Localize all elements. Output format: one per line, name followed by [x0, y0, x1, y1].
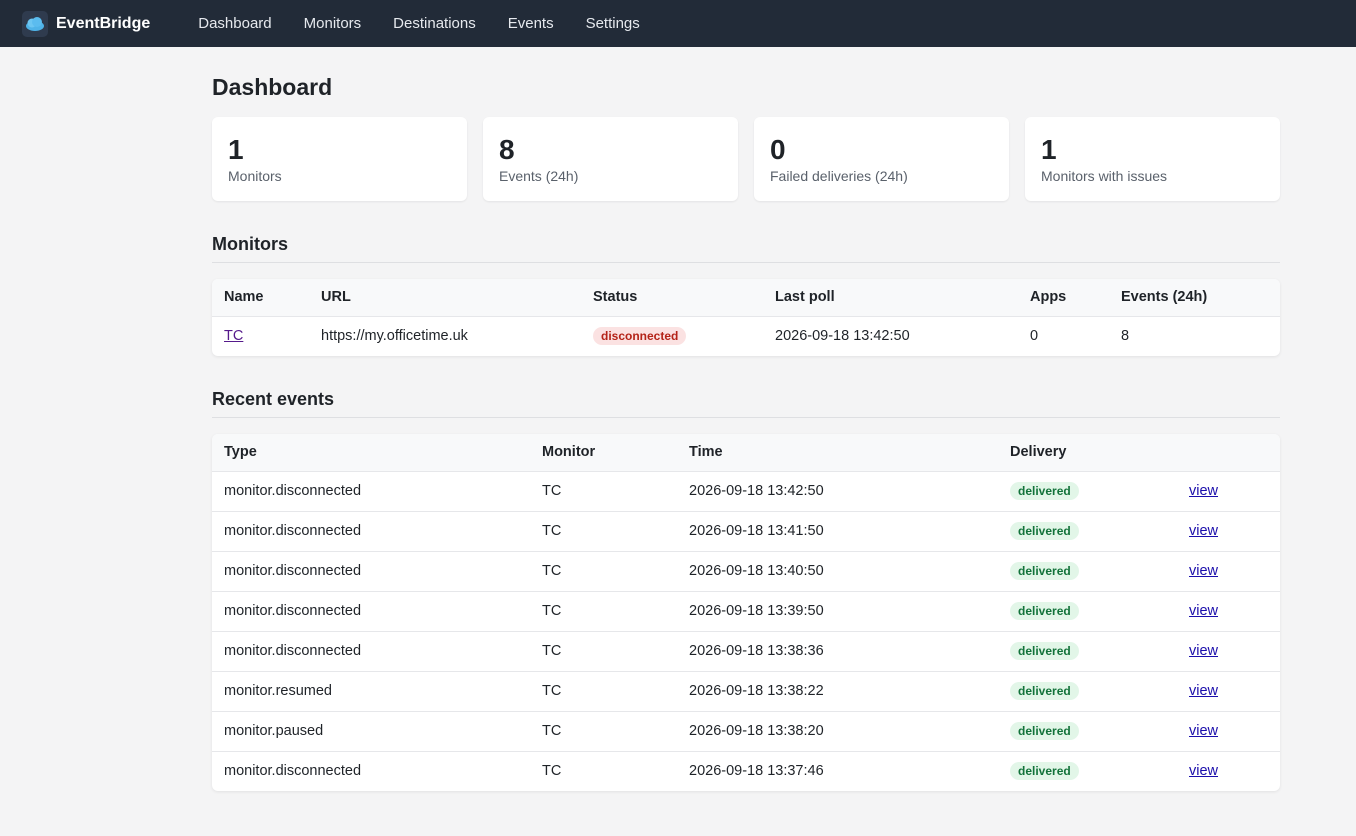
event-time: 2026-09-18 13:38:22	[677, 670, 998, 711]
stat-card-monitors-with-issues: 1 Monitors with issues	[1025, 117, 1280, 201]
event-time: 2026-09-18 13:39:50	[677, 590, 998, 631]
column-header-name: Name	[224, 289, 264, 306]
table-header-row: Type Monitor Time Delivery	[212, 434, 1280, 471]
main-content: Dashboard 1 Monitors 8 Events (24h) 0 Fa…	[212, 47, 1280, 791]
view-link[interactable]: view	[1189, 563, 1218, 579]
stat-label: Monitors	[228, 168, 282, 184]
top-navbar: EventBridge Dashboard Monitors Destinati…	[0, 0, 1356, 47]
event-time: 2026-09-18 13:41:50	[677, 510, 998, 551]
main-nav: Dashboard Monitors Destinations Events S…	[198, 15, 672, 32]
view-link[interactable]: view	[1189, 723, 1218, 739]
stat-value: 1	[228, 134, 244, 165]
delivery-badge: delivered	[1010, 762, 1079, 781]
stat-value: 1	[1041, 134, 1057, 165]
column-header-type: Type	[224, 444, 257, 461]
stat-card-monitors: 1 Monitors	[212, 117, 467, 201]
table-row: monitor.disconnected TC 2026-09-18 13:40…	[212, 550, 1280, 591]
event-monitor: TC	[530, 630, 677, 671]
table-row: monitor.disconnected TC 2026-09-18 13:42…	[212, 470, 1280, 511]
brand-name: EventBridge	[56, 14, 151, 32]
monitors-table: Name URL Status Last poll Apps Events (2…	[212, 279, 1280, 356]
column-header-events: Events (24h)	[1121, 289, 1208, 306]
column-header-last-poll: Last poll	[775, 289, 835, 306]
event-time: 2026-09-18 13:40:50	[677, 550, 998, 591]
event-monitor: TC	[530, 670, 677, 711]
delivery-badge: delivered	[1010, 722, 1079, 740]
page-title: Dashboard	[212, 74, 333, 100]
table-row: monitor.disconnected TC 2026-09-18 13:38…	[212, 630, 1280, 671]
monitors-section-title: Monitors	[212, 234, 1280, 263]
table-row: monitor.disconnected TC 2026-09-18 13:39…	[212, 590, 1280, 631]
recent-events-table: Type Monitor Time Delivery monitor.disco…	[212, 434, 1280, 791]
monitor-last-poll: 2026-09-18 13:42:50	[763, 315, 1018, 356]
event-type: monitor.disconnected	[212, 750, 530, 791]
event-type: monitor.resumed	[212, 670, 530, 711]
stat-value: 0	[770, 134, 786, 165]
view-link[interactable]: view	[1189, 603, 1218, 619]
delivery-badge: delivered	[1010, 682, 1079, 700]
stat-label: Monitors with issues	[1041, 168, 1168, 184]
table-row: monitor.paused TC 2026-09-18 13:38:20 de…	[212, 710, 1280, 751]
event-time: 2026-09-18 13:38:36	[677, 630, 998, 671]
event-time: 2026-09-18 13:37:46	[677, 750, 998, 791]
event-monitor: TC	[530, 550, 677, 591]
column-header-apps: Apps	[1030, 289, 1067, 306]
event-monitor: TC	[530, 750, 677, 791]
table-row: monitor.disconnected TC 2026-09-18 13:41…	[212, 510, 1280, 551]
event-type: monitor.disconnected	[212, 550, 530, 591]
view-link[interactable]: view	[1189, 643, 1218, 659]
stat-card-events: 8 Events (24h)	[483, 117, 738, 201]
column-header-time: Time	[689, 444, 723, 461]
stats-row: 1 Monitors 8 Events (24h) 0 Failed deliv…	[212, 117, 1280, 201]
nav-dashboard[interactable]: Dashboard	[198, 15, 271, 32]
stat-card-failed-deliveries: 0 Failed deliveries (24h)	[754, 117, 1009, 201]
event-type: monitor.disconnected	[212, 630, 530, 671]
nav-settings[interactable]: Settings	[586, 15, 640, 32]
event-monitor: TC	[530, 510, 677, 551]
view-link[interactable]: view	[1189, 683, 1218, 699]
cloud-logo-icon	[22, 10, 48, 37]
event-type: monitor.disconnected	[212, 470, 530, 511]
event-type: monitor.disconnected	[212, 590, 530, 631]
nav-destinations[interactable]: Destinations	[393, 15, 476, 32]
column-header-monitor: Monitor	[542, 444, 596, 461]
stat-label: Failed deliveries (24h)	[770, 168, 908, 184]
table-row: TC https://my.officetime.uk disconnected…	[212, 315, 1280, 356]
table-row: monitor.disconnected TC 2026-09-18 13:37…	[212, 750, 1280, 791]
event-monitor: TC	[530, 470, 677, 511]
column-header-delivery: Delivery	[1010, 444, 1067, 461]
delivery-badge: delivered	[1010, 482, 1079, 500]
nav-events[interactable]: Events	[508, 15, 554, 32]
event-monitor: TC	[530, 710, 677, 751]
brand[interactable]: EventBridge	[22, 10, 151, 37]
event-monitor: TC	[530, 590, 677, 631]
view-link[interactable]: view	[1189, 483, 1218, 499]
delivery-badge: delivered	[1010, 602, 1079, 620]
column-header-url: URL	[321, 289, 351, 306]
event-type: monitor.disconnected	[212, 510, 530, 551]
event-type: monitor.paused	[212, 710, 530, 751]
column-header-actions	[1177, 434, 1280, 471]
delivery-badge: delivered	[1010, 562, 1079, 580]
monitor-url: https://my.officetime.uk	[309, 315, 581, 356]
event-time: 2026-09-18 13:38:20	[677, 710, 998, 751]
delivery-badge: delivered	[1010, 522, 1079, 540]
monitor-events: 8	[1109, 315, 1280, 356]
view-link[interactable]: view	[1189, 523, 1218, 539]
status-badge: disconnected	[593, 327, 687, 346]
delivery-badge: delivered	[1010, 642, 1079, 660]
stat-value: 8	[499, 134, 515, 165]
monitor-apps: 0	[1018, 315, 1109, 356]
stat-label: Events (24h)	[499, 168, 579, 184]
table-header-row: Name URL Status Last poll Apps Events (2…	[212, 279, 1280, 316]
monitor-name-link[interactable]: TC	[224, 328, 243, 344]
nav-monitors[interactable]: Monitors	[304, 15, 362, 32]
recent-events-section-title: Recent events	[212, 389, 1280, 418]
table-row: monitor.resumed TC 2026-09-18 13:38:22 d…	[212, 670, 1280, 711]
column-header-status: Status	[593, 289, 638, 306]
event-time: 2026-09-18 13:42:50	[677, 470, 998, 511]
view-link[interactable]: view	[1189, 763, 1218, 779]
